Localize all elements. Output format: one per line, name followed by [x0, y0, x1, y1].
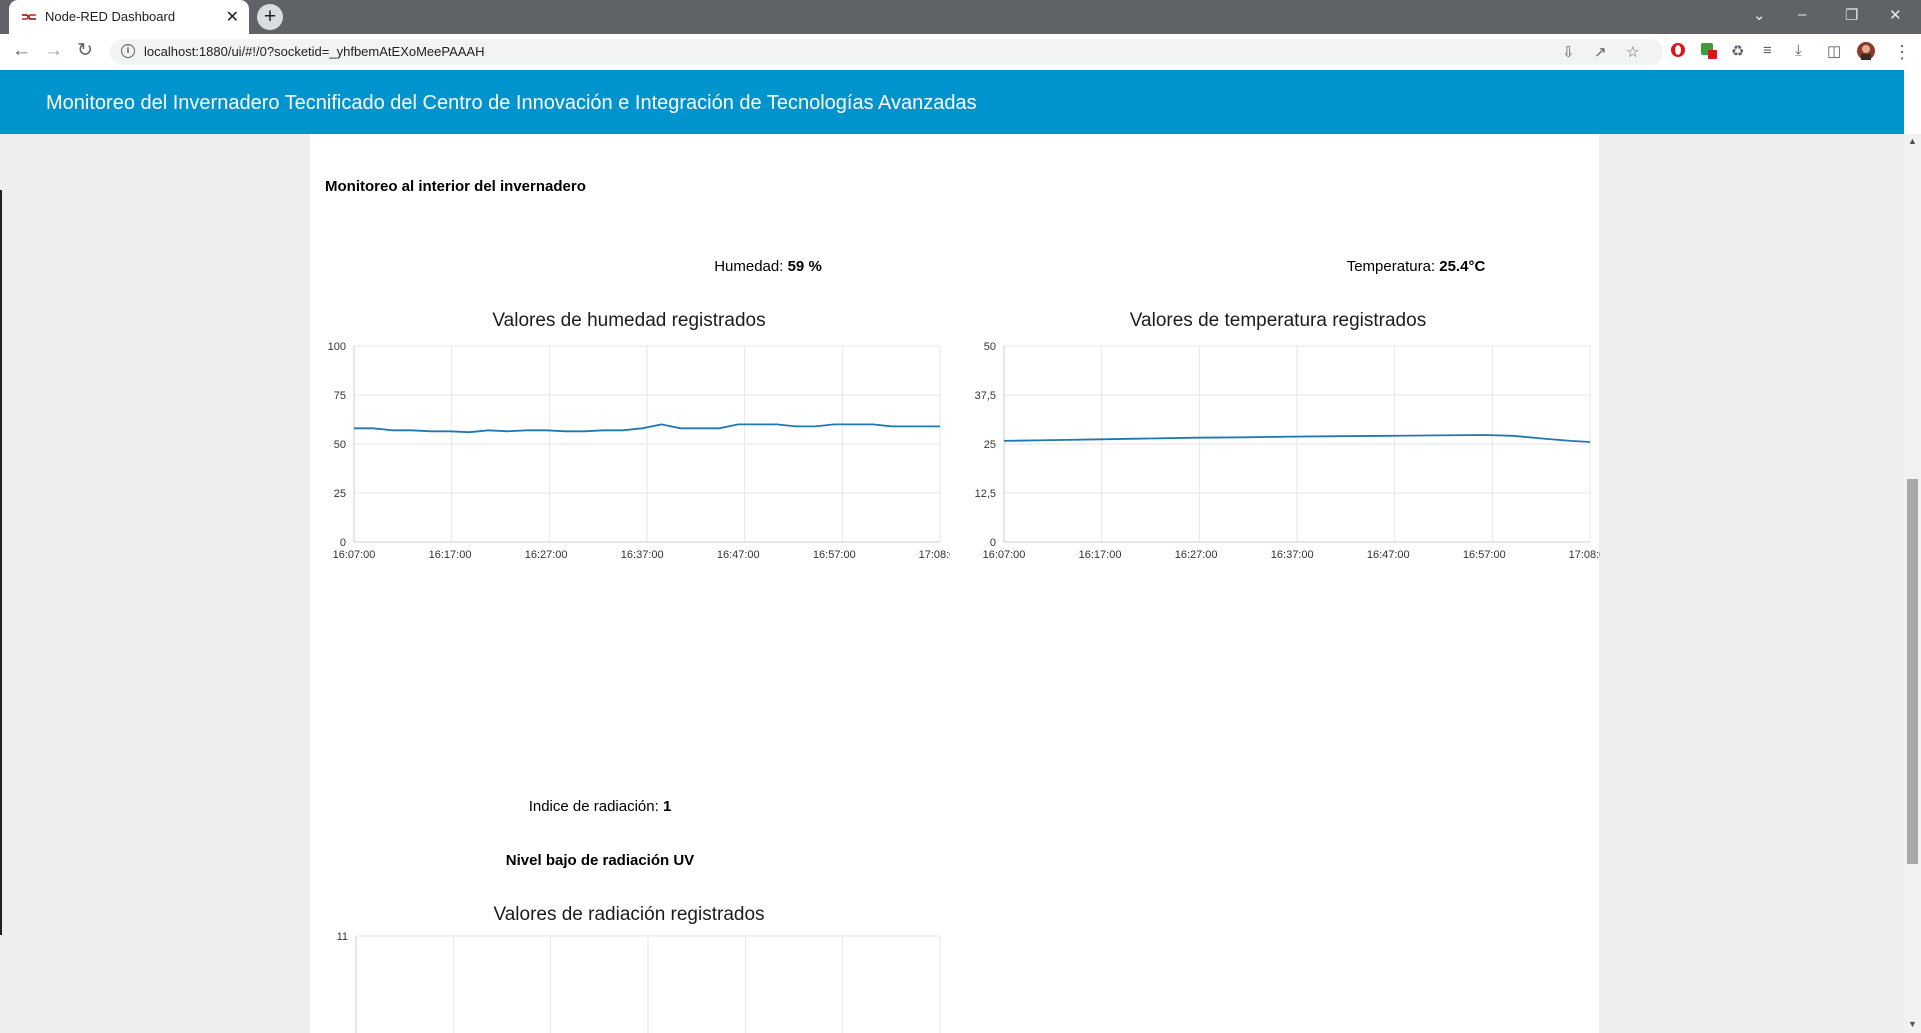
- browser-toolbar: ← → ↻ i localhost:1880/ui/#!/0?socketid=…: [0, 34, 1921, 70]
- x-tick-label: 16:07:00: [983, 549, 1026, 561]
- site-info-icon[interactable]: i: [121, 44, 135, 58]
- humidity-chart-title: Valores de humedad registrados: [492, 310, 766, 331]
- y-tick-label: 0: [340, 537, 346, 549]
- temperature-chart-title: Valores de temperatura registrados: [1129, 310, 1427, 331]
- x-tick-label: 16:47:00: [1367, 549, 1410, 561]
- tab-search-icon[interactable]: ⌄: [1753, 6, 1766, 24]
- address-bar[interactable]: i localhost:1880/ui/#!/0?socketid=_yhfbe…: [110, 39, 1663, 65]
- radiation-readout: Indice de radiación: 1: [460, 798, 740, 815]
- reload-icon[interactable]: ↻: [77, 41, 93, 61]
- x-tick-label: 17:08:00: [1569, 549, 1600, 561]
- y-tick-label: 37,5: [975, 390, 996, 402]
- temperature-label: Temperatura:: [1346, 258, 1436, 275]
- install-app-icon[interactable]: ⇩: [1562, 43, 1575, 61]
- radiation-label: Indice de radiación:: [528, 798, 659, 815]
- browser-tab-strip: Node-RED Dashboard ✕ + ⌄ – ❐ ✕: [0, 0, 1921, 34]
- x-tick-label: 16:27:00: [525, 549, 568, 561]
- humidity-value: 59 %: [787, 258, 822, 275]
- close-window-icon[interactable]: ✕: [1889, 6, 1902, 24]
- new-tab-button[interactable]: +: [257, 4, 283, 30]
- x-tick-label: 16:17:00: [1079, 549, 1122, 561]
- x-tick-label: 16:57:00: [813, 549, 856, 561]
- bookmark-star-icon[interactable]: ☆: [1626, 43, 1639, 61]
- uv-level-status: Nivel bajo de radiación UV: [505, 852, 695, 869]
- humidity-readout: Humedad: 59 %: [628, 258, 908, 275]
- restore-icon[interactable]: ❐: [1845, 6, 1858, 24]
- temperature-chart: 0 12,5 25 37,5 50 16:07:00 16:17:00 16:27:00 16:…: [975, 341, 1600, 561]
- y-tick-label: 0: [990, 537, 996, 549]
- extension-badge-icon[interactable]: [1700, 42, 1718, 64]
- share-icon[interactable]: ↗: [1594, 43, 1607, 61]
- x-tick-label: 16:07:00: [333, 549, 376, 561]
- radiation-chart-title: Valores de radiación registrados: [493, 904, 765, 925]
- left-margin: [0, 134, 310, 1033]
- y-tick-label: 25: [334, 488, 346, 500]
- group-title: Monitoreo al interior del invernadero: [325, 178, 586, 195]
- dashboard-group: Monitoreo al interior del invernadero Hu…: [310, 134, 1600, 1033]
- scrollbar-thumb[interactable]: [1907, 479, 1918, 864]
- downloads-icon[interactable]: ⤓: [1795, 42, 1802, 59]
- tab-title: Node-RED Dashboard: [45, 9, 176, 24]
- y-tick-label: 50: [334, 439, 346, 451]
- extensions-puzzle-icon[interactable]: ♻: [1731, 42, 1744, 60]
- y-tick-label: 25: [984, 439, 996, 451]
- profile-avatar[interactable]: [1857, 42, 1875, 64]
- radiation-value: 1: [662, 798, 672, 815]
- right-margin: [1599, 134, 1904, 1033]
- tab-close-icon[interactable]: ✕: [226, 7, 239, 27]
- dashboard-header: Monitoreo del Invernadero Tecnificado de…: [0, 70, 1904, 134]
- y-tick-label: 11: [337, 931, 348, 943]
- x-tick-label: 16:57:00: [1463, 549, 1506, 561]
- humidity-label: Humedad:: [714, 258, 784, 275]
- back-icon[interactable]: ←: [12, 41, 31, 61]
- y-tick-label: 100: [328, 341, 346, 353]
- forward-icon[interactable]: →: [44, 41, 63, 61]
- humidity-chart: 0 25 50 75 100 16:07:00 16:17:00 16:27:00 16:37:…: [328, 341, 950, 561]
- x-tick-label: 16:47:00: [717, 549, 760, 561]
- opera-extension-icon[interactable]: [1670, 42, 1686, 62]
- side-panel-icon[interactable]: ◫: [1827, 42, 1841, 60]
- page-title: Monitoreo del Invernadero Tecnificado de…: [46, 92, 977, 114]
- browser-tab[interactable]: Node-RED Dashboard ✕: [9, 0, 249, 34]
- x-tick-label: 16:17:00: [429, 549, 472, 561]
- y-tick-label: 12,5: [975, 488, 996, 500]
- temperature-readout: Temperatura: 25.4°C: [1276, 258, 1556, 275]
- temperature-value: 25.4°C: [1439, 258, 1486, 275]
- x-tick-label: 16:37:00: [1271, 549, 1314, 561]
- url-text[interactable]: localhost:1880/ui/#!/0?socketid=_yhfbemA…: [144, 44, 485, 59]
- window-edge: [0, 190, 2, 935]
- page-scrollbar[interactable]: ▲ ▼: [1904, 134, 1921, 1033]
- browser-menu-icon[interactable]: ⋮: [1893, 42, 1911, 63]
- y-tick-label: 50: [984, 341, 996, 353]
- radiation-chart: 11: [337, 931, 941, 1033]
- node-red-favicon-icon: [22, 14, 36, 20]
- reading-list-icon[interactable]: ≡: [1763, 42, 1772, 59]
- x-tick-label: 16:27:00: [1175, 549, 1218, 561]
- y-tick-label: 75: [334, 390, 346, 402]
- minimize-icon[interactable]: –: [1798, 6, 1806, 23]
- x-tick-label: 16:37:00: [621, 549, 664, 561]
- scroll-up-icon[interactable]: ▲: [1908, 136, 1917, 146]
- x-tick-label: 17:08:00: [919, 549, 950, 561]
- scroll-down-icon[interactable]: ▼: [1908, 1019, 1917, 1029]
